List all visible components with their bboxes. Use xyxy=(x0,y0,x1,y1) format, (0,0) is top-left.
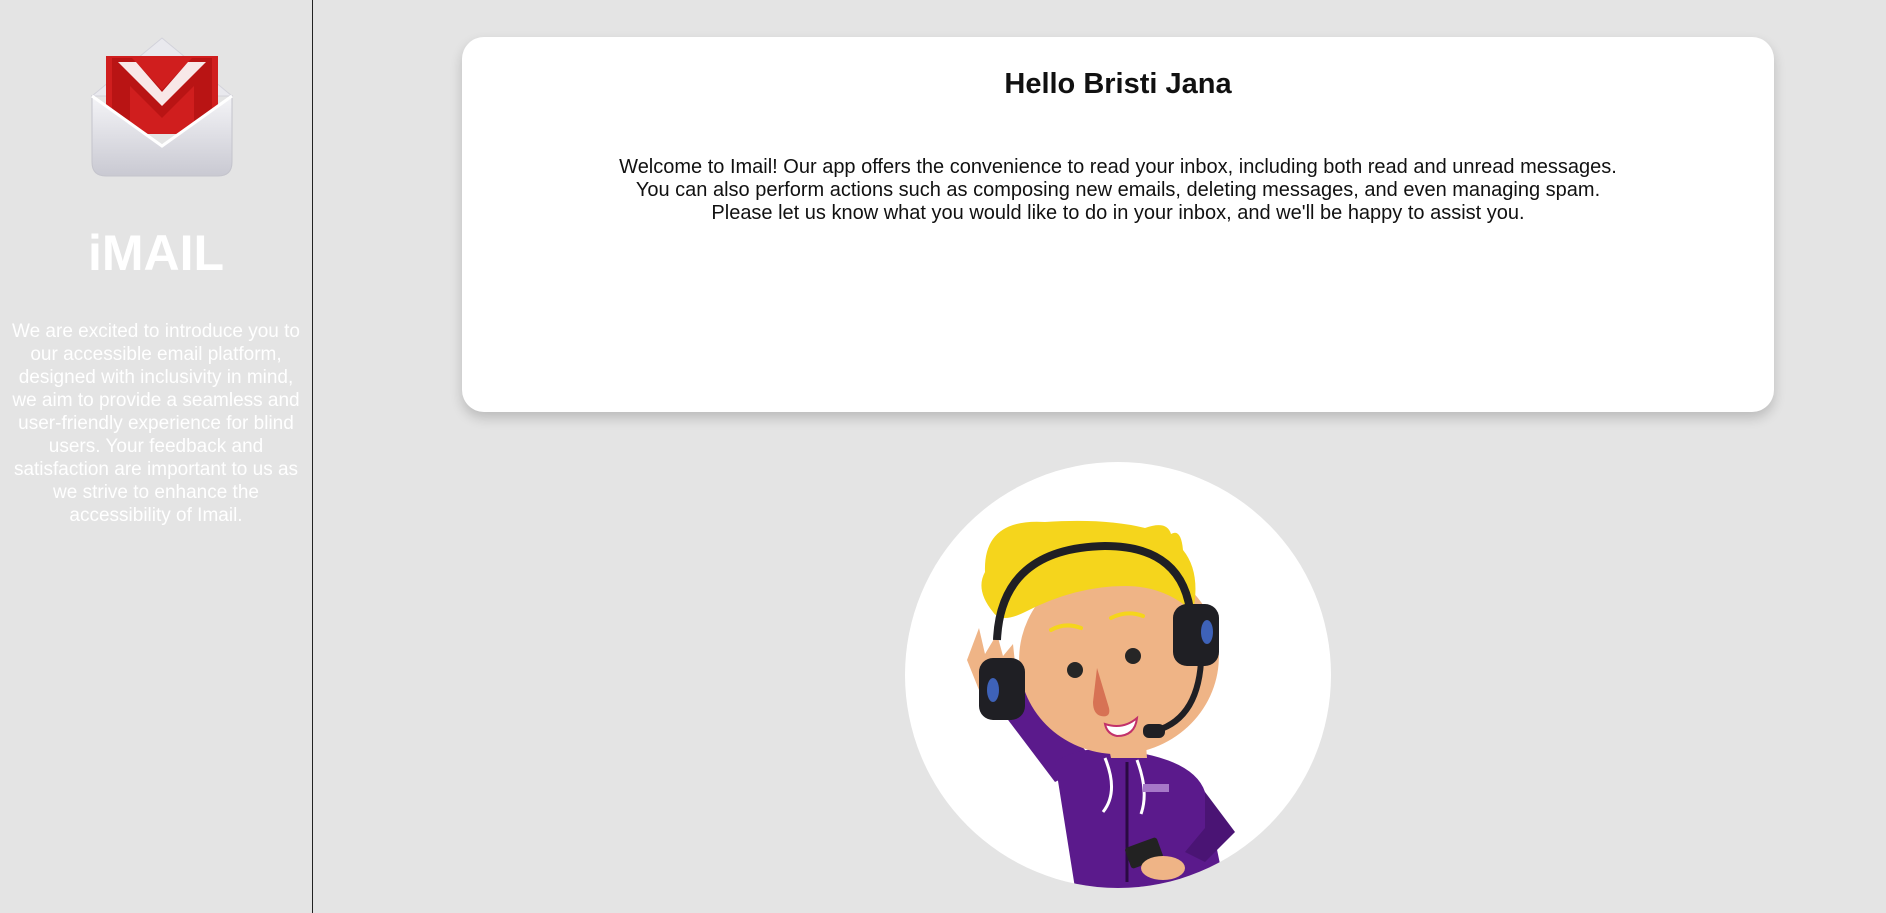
welcome-message: Welcome to Imail! Our app offers the con… xyxy=(462,102,1774,225)
welcome-line: Welcome to Imail! Our app offers the con… xyxy=(619,155,1617,178)
brand-title: iMAIL xyxy=(87,225,225,281)
welcome-card: Hello Bristi Jana Welcome to Imail! Our … xyxy=(462,37,1774,412)
welcome-line: Please let us know what you would like t… xyxy=(711,201,1525,224)
intro-text: We are excited to introduce you to our a… xyxy=(12,321,300,526)
assistant-avatar-icon xyxy=(905,462,1331,888)
greeting-heading: Hello Bristi Jana xyxy=(1004,68,1232,100)
sidebar: iMAIL We are excited to introduce you to… xyxy=(0,0,313,913)
welcome-line: You can also perform actions such as com… xyxy=(635,178,1601,201)
gmail-envelope-icon xyxy=(88,34,236,180)
